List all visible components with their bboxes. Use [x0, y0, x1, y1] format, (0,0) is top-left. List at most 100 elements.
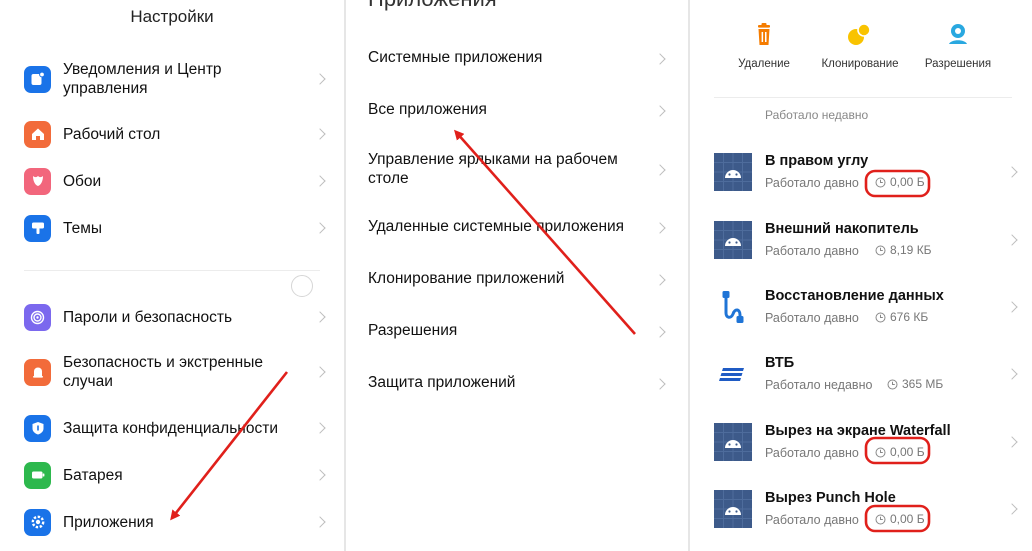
circle-indicator — [291, 275, 313, 297]
settings-item-label: Темы — [63, 219, 103, 237]
app-size: 0,00 Б — [875, 512, 925, 526]
clock-icon — [875, 312, 886, 322]
app-size-value: 0,00 Б — [890, 175, 925, 189]
app-size: 0,00 Б — [875, 175, 925, 189]
app-row-external-storage[interactable]: Внешний накопитель Работало давно 8,19 К… — [714, 215, 1018, 265]
settings-item-passwords-security[interactable]: Пароли и безопасность — [24, 303, 326, 331]
apps-menu-deleted-system-apps[interactable]: Удаленные системные приложения — [368, 217, 666, 239]
apps-menu-dual-apps[interactable]: Клонирование приложений — [368, 269, 666, 291]
chevron-right-icon — [1006, 301, 1018, 313]
settings-item-emergency[interactable]: Безопасность и экстренные случаи — [24, 353, 326, 391]
app-row-right-corner[interactable]: В правом углу Работало давно 0,00 Б — [714, 147, 1018, 197]
chevron-right-icon — [314, 469, 326, 481]
app-status: Работало недавно — [765, 378, 873, 392]
chevron-right-icon — [1006, 166, 1018, 178]
settings-item-label: Рабочий стол — [63, 125, 161, 143]
permissions-action-button[interactable]: Разрешения — [910, 20, 1006, 70]
settings-item-notifications[interactable]: Уведомления и Центр управления — [24, 60, 326, 98]
chevron-right-icon — [654, 326, 666, 338]
app-size-value: 8,19 КБ — [890, 243, 932, 257]
settings-item-label: Обои — [63, 172, 102, 190]
app-row-vtb[interactable]: ВТБ Работало недавно 365 МБ — [714, 349, 1018, 399]
notifications-icon — [24, 65, 51, 93]
app-name: В правом углу — [765, 153, 869, 169]
permissions-icon — [943, 20, 973, 50]
uninstall-action-button[interactable]: Удаление — [716, 20, 812, 70]
app-row-punch-hole-cutout[interactable]: Вырез Punch Hole Работало давно 0,00 Б — [714, 484, 1018, 534]
app-size-value: 676 КБ — [890, 310, 929, 324]
action-label: Разрешения — [924, 58, 992, 70]
clock-icon — [875, 245, 886, 255]
apps-menu-app-lock[interactable]: Защита приложений — [368, 373, 666, 395]
chevron-right-icon — [654, 222, 666, 234]
settings-item-home-screen[interactable]: Рабочий стол — [24, 120, 326, 148]
app-name: Внешний накопитель — [765, 221, 919, 237]
apps-menu-all-apps[interactable]: Все приложения — [368, 100, 666, 122]
settings-item-apps[interactable]: Приложения — [24, 508, 326, 536]
data-recovery-icon — [714, 288, 752, 326]
dual-apps-action-button[interactable]: Клонирование — [812, 20, 908, 70]
apps-menu-system-apps[interactable]: Системные приложения — [368, 48, 666, 70]
app-size: 365 МБ — [887, 377, 943, 391]
home-icon — [24, 120, 51, 148]
apps-menu-item-label: Удаленные системные приложения — [368, 218, 625, 235]
apps-menu-item-label: Разрешения — [368, 322, 458, 339]
settings-item-label: Батарея — [63, 466, 123, 484]
clock-icon — [875, 514, 886, 524]
apps-menu-item-label: Защита приложений — [368, 374, 516, 391]
settings-item-wallpaper[interactable]: Обои — [24, 167, 326, 195]
apps-menu-permissions[interactable]: Разрешения — [368, 321, 666, 343]
fingerprint-icon — [24, 303, 51, 331]
list-top-divider — [714, 97, 1012, 98]
settings-item-themes[interactable]: Темы — [24, 214, 326, 242]
settings-item-privacy[interactable]: Защита конфиденциальности — [24, 414, 326, 442]
app-name: Вырез на экране Waterfall — [765, 423, 951, 439]
app-name: Вырез Punch Hole — [765, 490, 896, 506]
apps-menu-shortcuts[interactable]: Управление ярлыками на рабочем столе — [368, 150, 666, 190]
app-status: Работало давно — [765, 176, 859, 190]
chevron-right-icon — [1006, 368, 1018, 380]
chevron-right-icon — [314, 128, 326, 140]
chevron-right-icon — [654, 164, 666, 176]
chevron-right-icon — [314, 175, 326, 187]
action-label: Удаление — [738, 58, 790, 70]
chevron-right-icon — [314, 366, 326, 378]
chevron-right-icon — [654, 274, 666, 286]
app-size: 0,00 Б — [875, 445, 925, 459]
settings-item-label: Пароли и безопасность — [63, 308, 233, 326]
settings-item-label: Защита конфиденциальности — [63, 419, 278, 437]
settings-item-battery[interactable]: Батарея — [24, 461, 326, 489]
app-status: Работало давно — [765, 446, 859, 460]
settings-item-label: Уведомления и Центр управления — [63, 61, 222, 97]
apps-menu-item-label: Системные приложения — [368, 49, 543, 66]
wallpaper-flower-icon — [24, 167, 51, 195]
section-divider — [24, 270, 320, 271]
apps-gear-icon — [24, 508, 51, 536]
app-row-waterfall-cutout[interactable]: Вырез на экране Waterfall Работало давно… — [714, 417, 1018, 467]
trash-icon — [749, 20, 779, 50]
chevron-right-icon — [314, 422, 326, 434]
settings-item-label: Безопасность и экстренные случаи — [63, 354, 263, 390]
settings-item-label: Приложения — [63, 513, 154, 531]
chevron-right-icon — [314, 73, 326, 85]
app-name: Восстановление данных — [765, 288, 944, 304]
chevron-right-icon — [1006, 436, 1018, 448]
app-row-data-recovery[interactable]: Восстановление данных Работало давно 676… — [714, 282, 1018, 332]
app-size: 8,19 КБ — [875, 243, 932, 257]
chevron-right-icon — [1006, 234, 1018, 246]
chevron-right-icon — [654, 105, 666, 117]
action-label: Клонирование — [821, 58, 899, 70]
app-size: 676 КБ — [875, 310, 928, 324]
app-size-value: 0,00 Б — [890, 445, 925, 459]
android-app-icon — [714, 153, 752, 191]
settings-screen: Настройки Уведомления и Центр управления… — [0, 0, 344, 551]
privacy-shield-icon — [24, 414, 51, 442]
chevron-right-icon — [1006, 503, 1018, 515]
vtb-logo-icon — [714, 355, 752, 393]
chevron-right-icon — [654, 53, 666, 65]
apps-menu-title: Приложения — [368, 0, 497, 12]
clock-icon — [875, 177, 886, 187]
battery-icon — [24, 461, 51, 489]
app-size-value: 365 МБ — [902, 377, 944, 391]
app-status: Работало давно — [765, 244, 859, 258]
